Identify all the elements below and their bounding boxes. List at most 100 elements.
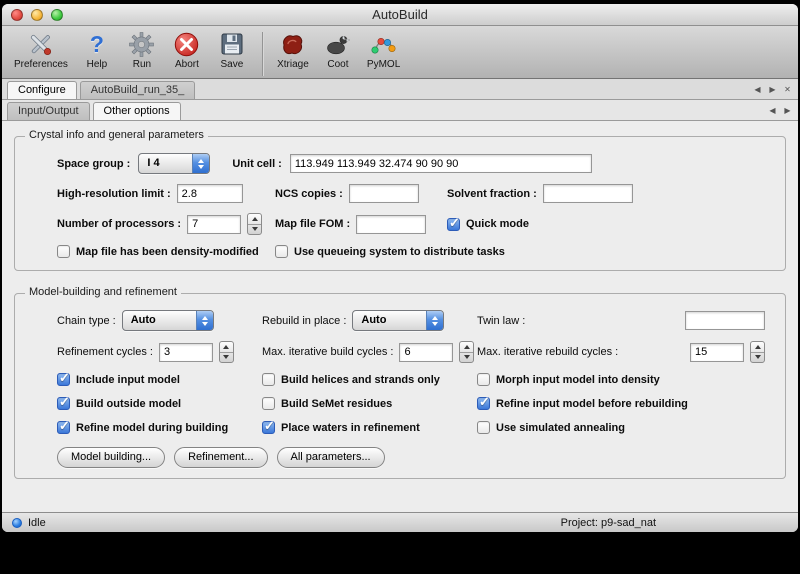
tool-label: Save [221, 59, 244, 70]
twin-law-input[interactable] [685, 311, 765, 330]
sub-tab-controls: ◀ ▶ [767, 105, 793, 120]
run-button[interactable]: Run [120, 29, 164, 70]
save-button[interactable]: Save [210, 29, 254, 70]
help-icon: ? [90, 29, 104, 59]
status-dot-icon [12, 518, 22, 528]
num-processors-label: Number of processors : [57, 218, 181, 230]
refinement-cycles-label: Refinement cycles : [57, 346, 153, 358]
pymol-button[interactable]: PyMOL [361, 29, 406, 70]
space-group-popup[interactable]: I 4 [138, 153, 210, 174]
max-rebuild-cycles-input[interactable] [690, 343, 744, 362]
unit-cell-input[interactable] [290, 154, 592, 173]
tab-scroll-left-icon[interactable]: ◀ [767, 105, 778, 116]
checkbox-box [262, 373, 275, 386]
solvent-fraction-input[interactable] [543, 184, 633, 203]
crystal-checkbox-row: Map file has been density-modified Use q… [57, 245, 773, 258]
group-title: Crystal info and general parameters [25, 129, 208, 141]
checkbox-refine-during-building[interactable]: Refine model during building [57, 421, 262, 434]
tab-other-options[interactable]: Other options [93, 102, 181, 120]
run-gear-icon [128, 29, 155, 59]
high-res-input[interactable] [177, 184, 243, 203]
tool-label: Run [133, 59, 151, 70]
help-button[interactable]: ? Help [75, 29, 119, 70]
refinement-cycles-input[interactable] [159, 343, 213, 362]
status-bar: Idle Project: p9-sad_nat [2, 512, 798, 532]
cycles-row: Refinement cycles : Max. iterative build… [57, 341, 773, 363]
processors-row: Number of processors : Map file FOM : Qu… [57, 213, 773, 235]
checkbox-quick-mode[interactable]: Quick mode [447, 218, 529, 231]
save-floppy-icon [219, 29, 245, 59]
rebuild-in-place-label: Rebuild in place : [262, 315, 346, 327]
main-tab-controls: ◀ ▶ ✕ [752, 84, 793, 99]
checkbox-box [477, 397, 490, 410]
content-area: Crystal info and general parameters Spac… [2, 121, 798, 512]
chain-type-popup[interactable]: Auto [122, 310, 214, 331]
main-tab-bar: Configure AutoBuild_run_35_ ◀ ▶ ✕ [2, 79, 798, 100]
max-build-cycles-stepper[interactable] [459, 341, 474, 363]
model-building-button[interactable]: Model building... [57, 447, 165, 468]
checkbox-box [57, 245, 70, 258]
tab-scroll-right-icon[interactable]: ▶ [782, 105, 793, 116]
unit-cell-label: Unit cell : [232, 158, 282, 170]
checkbox-box [262, 397, 275, 410]
tab-configure[interactable]: Configure [7, 81, 77, 99]
coot-bird-icon [324, 29, 351, 59]
max-rebuild-cycles-stepper[interactable] [750, 341, 765, 363]
checkbox-build-semet[interactable]: Build SeMet residues [262, 397, 477, 410]
max-build-cycles-input[interactable] [399, 343, 453, 362]
checkbox-build-helices-strands[interactable]: Build helices and strands only [262, 373, 477, 386]
chain-type-label: Chain type : [57, 315, 116, 327]
refinement-button[interactable]: Refinement... [174, 447, 267, 468]
popup-arrows-icon [426, 311, 443, 330]
xtriage-icon [279, 29, 306, 59]
map-file-fom-label: Map file FOM : [275, 218, 350, 230]
checkbox-simulated-annealing[interactable]: Use simulated annealing [477, 421, 773, 434]
checkbox-build-outside-model[interactable]: Build outside model [57, 397, 262, 410]
tool-label: Help [87, 59, 108, 70]
checkbox-queueing-system[interactable]: Use queueing system to distribute tasks [275, 245, 505, 258]
preferences-button[interactable]: Preferences [8, 29, 74, 70]
abort-icon [173, 29, 200, 59]
checkbox-box [57, 373, 70, 386]
traffic-lights [11, 9, 63, 21]
max-rebuild-cycles-label: Max. iterative rebuild cycles : [477, 346, 618, 358]
abort-button[interactable]: Abort [165, 29, 209, 70]
space-group-label: Space group : [57, 158, 130, 170]
checkbox-include-input-model[interactable]: Include input model [57, 373, 262, 386]
tab-autobuild-run[interactable]: AutoBuild_run_35_ [80, 81, 196, 99]
tab-scroll-right-icon[interactable]: ▶ [767, 84, 778, 95]
all-parameters-button[interactable]: All parameters... [277, 447, 385, 468]
ncs-copies-input[interactable] [349, 184, 419, 203]
chain-type-row: Chain type : Auto Rebuild in place : Aut… [57, 310, 773, 331]
checkbox-refine-before-rebuilding[interactable]: Refine input model before rebuilding [477, 397, 773, 410]
tool-label: Preferences [14, 59, 68, 70]
tab-close-icon[interactable]: ✕ [782, 84, 793, 95]
tool-label: PyMOL [367, 59, 400, 70]
popup-arrows-icon [196, 311, 213, 330]
tab-scroll-left-icon[interactable]: ◀ [752, 84, 763, 95]
tab-input-output[interactable]: Input/Output [7, 102, 90, 120]
twin-law-label: Twin law : [477, 315, 525, 327]
parameter-buttons-row: Model building... Refinement... All para… [57, 447, 773, 468]
map-file-fom-input[interactable] [356, 215, 426, 234]
checkbox-morph-input-model[interactable]: Morph input model into density [477, 373, 773, 386]
status-text: Idle [28, 517, 46, 529]
checkbox-box [447, 218, 460, 231]
checkbox-place-waters[interactable]: Place waters in refinement [262, 421, 477, 434]
high-res-label: High-resolution limit : [57, 188, 171, 200]
num-processors-input[interactable] [187, 215, 241, 234]
checkbox-density-modified[interactable]: Map file has been density-modified [57, 245, 259, 258]
num-processors-stepper[interactable] [247, 213, 262, 235]
xtriage-button[interactable]: Xtriage [271, 29, 315, 70]
coot-button[interactable]: Coot [316, 29, 360, 70]
close-window-button[interactable] [11, 9, 23, 21]
space-group-row: Space group : I 4 Unit cell : [57, 153, 773, 174]
zoom-window-button[interactable] [51, 9, 63, 21]
resolution-row: High-resolution limit : NCS copies : Sol… [57, 184, 773, 203]
rebuild-in-place-popup[interactable]: Auto [352, 310, 444, 331]
toolbar-separator [262, 32, 263, 76]
title-bar: AutoBuild [2, 4, 798, 26]
app-window: AutoBuild Preferences ? Help [2, 4, 798, 532]
refinement-cycles-stepper[interactable] [219, 341, 234, 363]
minimize-window-button[interactable] [31, 9, 43, 21]
